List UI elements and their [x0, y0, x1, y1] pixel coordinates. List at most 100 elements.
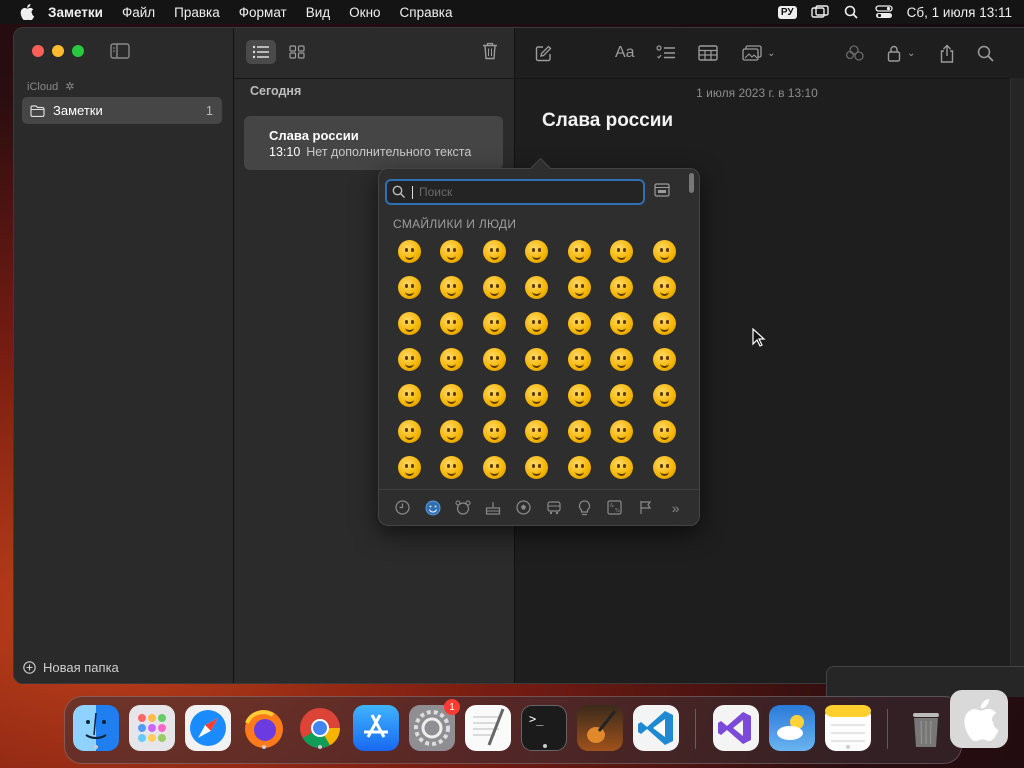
bear-icon[interactable]: [455, 500, 471, 516]
emoji-cell[interactable]: [431, 413, 474, 449]
apple-icon[interactable]: [20, 4, 34, 20]
emoji-cell[interactable]: [473, 377, 516, 413]
emoji-cell[interactable]: [643, 449, 686, 485]
sidebar-toggle-icon[interactable]: [110, 43, 130, 59]
food-icon[interactable]: [485, 500, 501, 516]
emoji-cell[interactable]: [473, 269, 516, 305]
dock-launchpad[interactable]: [129, 705, 175, 751]
menu-view[interactable]: Вид: [306, 5, 330, 20]
menu-window[interactable]: Окно: [349, 5, 380, 20]
emoji-cell[interactable]: [388, 377, 431, 413]
emoji-cell[interactable]: [473, 305, 516, 341]
emoji-cell[interactable]: [643, 305, 686, 341]
car-icon[interactable]: [546, 500, 562, 516]
format-button[interactable]: Aa: [615, 43, 635, 63]
lock-button[interactable]: ⌄: [887, 43, 915, 63]
control-center-icon[interactable]: [875, 5, 893, 19]
emoji-cell[interactable]: [516, 449, 559, 485]
emoji-cell[interactable]: [431, 305, 474, 341]
dock-finder[interactable]: [73, 705, 119, 751]
emoji-search-field[interactable]: [385, 179, 645, 205]
checklist-button[interactable]: [656, 43, 676, 63]
zoom-button[interactable]: [72, 45, 84, 57]
emoji-cell[interactable]: [601, 341, 644, 377]
search-button[interactable]: [977, 43, 994, 63]
emoji-cell[interactable]: [516, 233, 559, 269]
picker-scrollbar[interactable]: [689, 173, 694, 193]
emoji-cell[interactable]: [388, 233, 431, 269]
bulb-icon[interactable]: [577, 499, 593, 516]
table-button[interactable]: [698, 43, 718, 63]
emoji-cell[interactable]: [516, 377, 559, 413]
smiley-icon[interactable]: [425, 500, 441, 516]
dock-visual-studio[interactable]: [713, 705, 759, 751]
emoji-cell[interactable]: [473, 413, 516, 449]
menubar-clock[interactable]: Сб, 1 июля 13:11: [907, 5, 1012, 20]
window-icon[interactable]: [810, 5, 829, 19]
emoji-cell[interactable]: [431, 377, 474, 413]
emoji-cell[interactable]: [431, 449, 474, 485]
dock-system-settings[interactable]: 1: [409, 699, 460, 751]
emoji-cell[interactable]: [388, 305, 431, 341]
emoji-cell[interactable]: [516, 269, 559, 305]
more-icon[interactable]: »: [668, 500, 684, 516]
emoji-cell[interactable]: [643, 377, 686, 413]
dock-app-store[interactable]: [353, 705, 399, 751]
emoji-cell[interactable]: [558, 233, 601, 269]
menu-app-name[interactable]: Заметки: [48, 5, 103, 20]
media-button[interactable]: ⌄: [742, 43, 775, 63]
gallery-view-button[interactable]: [282, 40, 312, 64]
emoji-cell[interactable]: [516, 305, 559, 341]
emoji-cell[interactable]: [473, 341, 516, 377]
symbols-icon[interactable]: &%: [607, 500, 623, 516]
note-title[interactable]: Слава россии: [542, 110, 673, 132]
dock-firefox[interactable]: [241, 705, 287, 751]
emoji-cell[interactable]: [516, 413, 559, 449]
trash-icon[interactable]: [482, 42, 498, 60]
menu-help[interactable]: Справка: [400, 5, 453, 20]
emoji-cell[interactable]: [388, 341, 431, 377]
menu-format[interactable]: Формат: [239, 5, 287, 20]
dock-garageband[interactable]: [577, 705, 623, 751]
emoji-cell[interactable]: [643, 341, 686, 377]
editor-scrollbar[interactable]: [1010, 78, 1024, 683]
emoji-cell[interactable]: [601, 269, 644, 305]
dock-weather[interactable]: [769, 705, 815, 751]
emoji-cell[interactable]: [431, 269, 474, 305]
emoji-cell[interactable]: [516, 341, 559, 377]
ball-icon[interactable]: [516, 500, 532, 516]
emoji-cell[interactable]: [558, 305, 601, 341]
emoji-cell[interactable]: [558, 413, 601, 449]
emoji-cell[interactable]: [558, 341, 601, 377]
dock-safari[interactable]: [185, 705, 231, 751]
emoji-cell[interactable]: [388, 269, 431, 305]
emoji-cell[interactable]: [601, 305, 644, 341]
dock-textedit[interactable]: [465, 705, 511, 751]
dock-vscode[interactable]: [633, 705, 679, 751]
emoji-cell[interactable]: [388, 449, 431, 485]
emoji-cell[interactable]: [558, 377, 601, 413]
list-view-button[interactable]: [246, 40, 276, 64]
clock-icon[interactable]: [394, 500, 410, 516]
compose-button[interactable]: [535, 43, 552, 63]
dock-terminal[interactable]: >_: [521, 705, 567, 751]
note-list-item[interactable]: Слава россии 13:10 Нет дополнительного те…: [244, 116, 503, 170]
emoji-cell[interactable]: [431, 233, 474, 269]
flag-icon[interactable]: [637, 500, 653, 516]
dock-notes[interactable]: [825, 705, 871, 751]
spotlight-icon[interactable]: [843, 5, 861, 19]
emoji-cell[interactable]: [431, 341, 474, 377]
emoji-search-input[interactable]: [417, 184, 641, 200]
input-source-indicator[interactable]: РУ: [777, 5, 797, 19]
character-viewer-icon[interactable]: [654, 183, 670, 197]
emoji-cell[interactable]: [388, 413, 431, 449]
emoji-cell[interactable]: [558, 449, 601, 485]
sidebar-item-notes[interactable]: Заметки 1: [22, 97, 222, 124]
new-folder-button[interactable]: Новая папка: [23, 660, 119, 675]
dock-trash[interactable]: [903, 705, 949, 751]
emoji-cell[interactable]: [643, 269, 686, 305]
emoji-cell[interactable]: [473, 449, 516, 485]
emoji-cell[interactable]: [643, 413, 686, 449]
close-button[interactable]: [32, 45, 44, 57]
emoji-cell[interactable]: [643, 233, 686, 269]
